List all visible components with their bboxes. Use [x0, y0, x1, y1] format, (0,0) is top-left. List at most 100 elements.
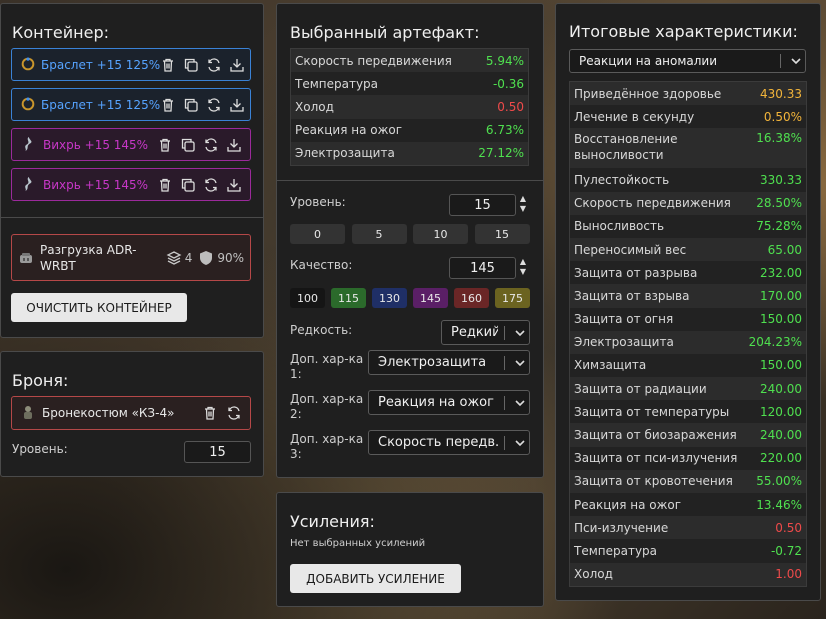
stat-row: Переносимый вес 65.00	[570, 237, 806, 262]
stat-name: Электрозащита	[574, 335, 674, 350]
rarity-select[interactable]: Редкий	[441, 320, 530, 345]
quality-input[interactable]: 145	[449, 257, 516, 279]
stat-row: Реакция на ожог 6.73%	[291, 118, 528, 142]
copy-icon[interactable]	[180, 177, 196, 193]
quality-preset-button[interactable]: 100	[290, 288, 325, 308]
bracelet-icon	[20, 56, 36, 74]
stat-value: 150.00	[760, 312, 802, 327]
quality-preset-button[interactable]: 160	[454, 288, 489, 308]
boosts-title: Усиления:	[290, 512, 375, 531]
totals-filter-select[interactable]: Реакции на аномалии	[569, 49, 806, 73]
quality-preset-button[interactable]: 175	[495, 288, 530, 308]
stat-row: Защита от пси-излучения 220.00	[570, 446, 806, 470]
trash-icon[interactable]	[157, 137, 173, 153]
armor-suit-icon	[20, 405, 36, 421]
copy-icon[interactable]	[183, 57, 199, 73]
artifact-item[interactable]: Браслет +15 125%	[11, 88, 251, 121]
stat-value: -0.72	[770, 543, 802, 558]
gear-slots: 4	[166, 250, 192, 266]
armor-item[interactable]: Бронекостюм «КЗ-4»	[11, 396, 251, 430]
stat-name: Защита от взрыва	[574, 288, 690, 303]
artifact-name: Вихрь +15 145%	[43, 177, 149, 192]
shield-icon	[198, 250, 214, 266]
level-preset-button[interactable]: 10	[413, 224, 468, 244]
chevron-down-icon	[511, 399, 529, 407]
swap-icon[interactable]	[203, 137, 219, 153]
stat-row: Защита от температуры 120.00	[570, 400, 806, 424]
quality-preset-button[interactable]: 130	[372, 288, 407, 308]
level-input[interactable]: 15	[449, 194, 516, 216]
armor-name: Бронекостюм «КЗ-4»	[42, 406, 175, 420]
stat-name: Защита от разрыва	[574, 265, 698, 280]
quality-stepper[interactable]: ▲ ▼	[518, 257, 528, 277]
artifact-stats-table: Скорость передвижения 5.94% Температура -0.…	[290, 48, 529, 166]
divider	[1, 217, 263, 218]
stat-value: 13.46%	[756, 497, 802, 512]
stat-row: Защита от биозаражения 240.00	[570, 423, 806, 447]
stat-name: Реакция на ожог	[295, 123, 403, 138]
trash-icon[interactable]	[157, 177, 173, 193]
download-icon[interactable]	[229, 97, 245, 113]
stat-value: 28.50%	[756, 196, 802, 211]
gear-item[interactable]: Разгрузка ADR- WRBT 4 90%	[11, 234, 251, 281]
stat-value: 55.00%	[756, 474, 802, 489]
level-label: Уровень:	[290, 195, 346, 209]
download-icon[interactable]	[226, 177, 242, 193]
quality-preset-button[interactable]: 145	[413, 288, 448, 308]
level-preset-button[interactable]: 15	[474, 224, 530, 244]
stat-name: Выносливость	[574, 219, 665, 234]
stat-row: Защита от взрыва 170.00	[570, 284, 806, 308]
stat-value: 204.23%	[748, 335, 802, 350]
stat-value: 1.00	[775, 567, 802, 582]
stat-row: Лечение в секунду 0.50%	[570, 105, 806, 129]
download-icon[interactable]	[229, 57, 245, 73]
swap-icon[interactable]	[206, 57, 222, 73]
artifact-item[interactable]: Вихрь +15 145%	[11, 128, 251, 161]
stat-row: Защита от разрыва 232.00	[570, 261, 806, 285]
stat-row: Пси-излучение 0.50	[570, 516, 806, 540]
stat-name: Пулестойкость	[574, 172, 670, 187]
totals-filter-value: Реакции на аномалии	[579, 54, 718, 68]
copy-icon[interactable]	[180, 137, 196, 153]
swap-icon[interactable]	[226, 405, 242, 421]
stat-value: 240.00	[760, 381, 802, 396]
artifact-item[interactable]: Вихрь +15 145%	[11, 168, 251, 201]
armor-panel: Броня: Бронекостюм «КЗ-4» Уровень: 15	[0, 351, 264, 477]
layers-icon	[166, 250, 182, 266]
stat-value: 430.33	[760, 86, 802, 101]
stat-value: -0.36	[492, 76, 524, 91]
swap-icon[interactable]	[203, 177, 219, 193]
stat-row: Защита от радиации 240.00	[570, 377, 806, 401]
level-preset-button[interactable]: 5	[351, 224, 407, 244]
stat-value: 16.38%	[756, 131, 802, 146]
boosts-empty-text: Нет выбранных усилений	[290, 538, 426, 549]
stat-name: Переносимый вес	[574, 242, 687, 257]
trash-icon[interactable]	[160, 97, 176, 113]
quality-preset-button[interactable]: 115	[331, 288, 366, 308]
trash-icon[interactable]	[160, 57, 176, 73]
armor-level-input[interactable]: 15	[184, 441, 251, 463]
extra-stat-value: Скорость передв...	[378, 435, 498, 450]
stat-value: 170.00	[760, 288, 802, 303]
trash-icon[interactable]	[202, 405, 218, 421]
stat-name: Лечение в секунду	[574, 109, 695, 124]
chevron-down-icon	[511, 359, 529, 367]
swap-icon[interactable]	[206, 97, 222, 113]
armor-title: Броня:	[12, 371, 69, 390]
stat-name: Защита от радиации	[574, 381, 707, 396]
clear-container-button[interactable]: ОЧИСТИТЬ КОНТЕЙНЕР	[11, 293, 187, 322]
stat-row: Восстановление выносливости 16.38%	[570, 128, 806, 169]
add-boost-button[interactable]: ДОБАВИТЬ УСИЛЕНИЕ	[290, 564, 461, 593]
stat-row: Скорость передвижения 5.94%	[291, 49, 528, 73]
download-icon[interactable]	[226, 137, 242, 153]
stat-name: Скорость передвижения	[295, 53, 452, 68]
bracelet-icon	[20, 96, 36, 114]
artifact-item[interactable]: Браслет +15 125%	[11, 48, 251, 81]
extra-stat-select[interactable]: Реакция на ожог	[368, 390, 530, 415]
extra-stat-select[interactable]: Электрозащита	[368, 350, 530, 375]
level-preset-button[interactable]: 0	[290, 224, 345, 244]
level-stepper[interactable]: ▲ ▼	[518, 194, 528, 214]
copy-icon[interactable]	[183, 97, 199, 113]
extra-stat-select[interactable]: Скорость передв...	[368, 430, 530, 455]
stat-name: Приведённое здоровье	[574, 86, 722, 101]
